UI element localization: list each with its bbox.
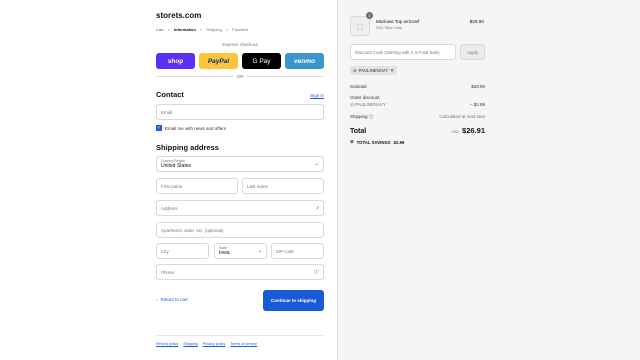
phone-placeholder: Phone (161, 269, 175, 275)
total-row: Total USD $26.91 (350, 126, 485, 135)
discount-code: PAULINENAVY (355, 102, 386, 107)
divider-line (246, 76, 324, 77)
help-icon[interactable]: ⓘ (369, 114, 374, 119)
remove-code-icon[interactable]: ✕ (390, 68, 394, 74)
shipping-value: Calculated at next step (439, 114, 485, 119)
help-icon[interactable]: ⓘ (314, 269, 319, 276)
last-name-placeholder: Last name (247, 183, 269, 189)
breadcrumb-payment: Payment (232, 27, 248, 32)
paypal-button[interactable]: PayPal (199, 53, 238, 69)
chevron-down-icon: ⌄ (257, 248, 262, 254)
product-thumbnail: ▢ (350, 16, 370, 36)
footer-divider (156, 335, 324, 336)
venmo-button[interactable]: venmo (285, 53, 324, 69)
address-placeholder: Address (161, 205, 178, 211)
country-select[interactable]: Country/Region United States ⌄ (156, 156, 324, 172)
order-discount-label: Order discount (350, 95, 380, 100)
contact-title: Contact (156, 90, 184, 99)
quantity-badge: 1 (366, 12, 373, 19)
continue-to-shipping-button[interactable]: Continue to shipping (263, 290, 324, 311)
shipping-label-line: Shipping ⓘ (350, 114, 373, 120)
shipping-label: Shipping (350, 114, 368, 119)
chevron-left-icon: ‹ (156, 297, 158, 302)
apply-discount-button[interactable]: Apply (460, 44, 485, 60)
discount-placeholder: Discount Code (Starting with X is Final … (355, 49, 440, 55)
chevron-down-icon: ⌄ (314, 161, 319, 167)
shipping-link[interactable]: Shipping (183, 342, 197, 346)
first-name-placeholder: First name (161, 183, 183, 189)
or-divider: OR (156, 74, 324, 79)
apartment-placeholder: Apartment, suite, etc. (optional) (161, 227, 224, 233)
chevron-right-icon: > (199, 27, 203, 32)
state-select[interactable]: State Iowa ⌄ (214, 243, 267, 259)
chevron-right-icon: > (225, 27, 229, 32)
total-amount: $26.91 (462, 126, 485, 135)
terms-of-service-link[interactable]: Terms of service (230, 342, 257, 346)
newsletter-label: Email me with news and offers (165, 125, 226, 131)
first-name-field[interactable]: First name (156, 178, 238, 194)
newsletter-checkbox[interactable]: ✓ (156, 125, 162, 131)
image-placeholder-icon: ▢ (356, 21, 364, 31)
state-value: Iowa (219, 250, 230, 256)
total-savings: ⊘ TOTAL SAVINGS $2.99 (350, 139, 404, 145)
total-value-group: USD $26.91 (451, 126, 485, 135)
order-discount-row: Order discount (350, 95, 485, 100)
return-label: Return to cart (160, 297, 188, 302)
sign-in-link[interactable]: Sign in (310, 93, 324, 98)
return-to-cart-link[interactable]: ‹ Return to cart (156, 297, 188, 302)
discount-code-input[interactable]: Discount Code (Starting with X is Final … (350, 44, 456, 60)
or-label: OR (236, 74, 244, 79)
zip-placeholder: ZIP code (276, 248, 294, 254)
subtotal-row: Subtotal $29.90 (350, 84, 485, 89)
breadcrumb: Cart > Information > Shipping > Payment (156, 27, 248, 32)
currency-code: USD (451, 130, 460, 134)
product-name: Marlowe Top w/Scarf (376, 19, 420, 24)
express-buttons: shop PayPal G Pay venmo (156, 53, 324, 69)
zip-field[interactable]: ZIP code (271, 243, 324, 259)
apartment-field[interactable]: Apartment, suite, etc. (optional) (156, 222, 324, 238)
product-variant: S/M / Blue Gray (376, 26, 403, 30)
footer-links: Refund policy Shipping Privacy policy Te… (156, 342, 257, 346)
breadcrumb-cart[interactable]: Cart (156, 27, 164, 32)
email-placeholder: Email (161, 109, 173, 115)
express-checkout-label: Express checkout (222, 42, 258, 47)
phone-field[interactable]: Phone ⓘ (156, 264, 324, 280)
applied-discount-tag: ⊘ PAULINENAVY ✕ (350, 66, 397, 75)
city-field[interactable]: City (156, 243, 209, 259)
product-price: $29.90 (469, 19, 484, 24)
tag-icon: ⊘ (353, 67, 357, 73)
discount-code-line: ⊘ PAULINENAVY (350, 102, 386, 108)
savings-label: TOTAL SAVINGS (356, 139, 391, 145)
divider-line (156, 76, 234, 77)
subtotal-label: Subtotal (350, 84, 367, 89)
discount-value: – $2.99 (469, 102, 485, 107)
shop-pay-button[interactable]: shop (156, 53, 195, 69)
address-field[interactable]: Address ⌕ (156, 200, 324, 216)
privacy-policy-link[interactable]: Privacy policy (203, 342, 226, 346)
refund-policy-link[interactable]: Refund policy (156, 342, 178, 346)
savings-value: $2.99 (393, 139, 405, 145)
total-label: Total (350, 128, 367, 135)
store-name[interactable]: storets.com (156, 11, 201, 20)
breadcrumb-shipping: Shipping (206, 27, 222, 32)
applied-code: PAULINENAVY (358, 68, 389, 73)
shipping-address-title: Shipping address (156, 143, 219, 152)
shipping-row: Shipping ⓘ Calculated at next step (350, 114, 485, 120)
newsletter-option[interactable]: ✓ Email me with news and offers (156, 125, 226, 131)
search-icon: ⌕ (316, 205, 319, 211)
country-value: United States (161, 163, 192, 169)
tag-icon: ⊘ (350, 139, 354, 144)
chevron-right-icon: > (167, 27, 170, 32)
subtotal-value: $29.90 (471, 84, 485, 89)
discount-code-row: ⊘ PAULINENAVY – $2.99 (350, 102, 485, 108)
breadcrumb-information: Information (173, 27, 196, 32)
city-placeholder: City (161, 248, 169, 254)
email-field[interactable]: Email (156, 104, 324, 120)
last-name-field[interactable]: Last name (242, 178, 324, 194)
google-pay-button[interactable]: G Pay (242, 53, 281, 69)
